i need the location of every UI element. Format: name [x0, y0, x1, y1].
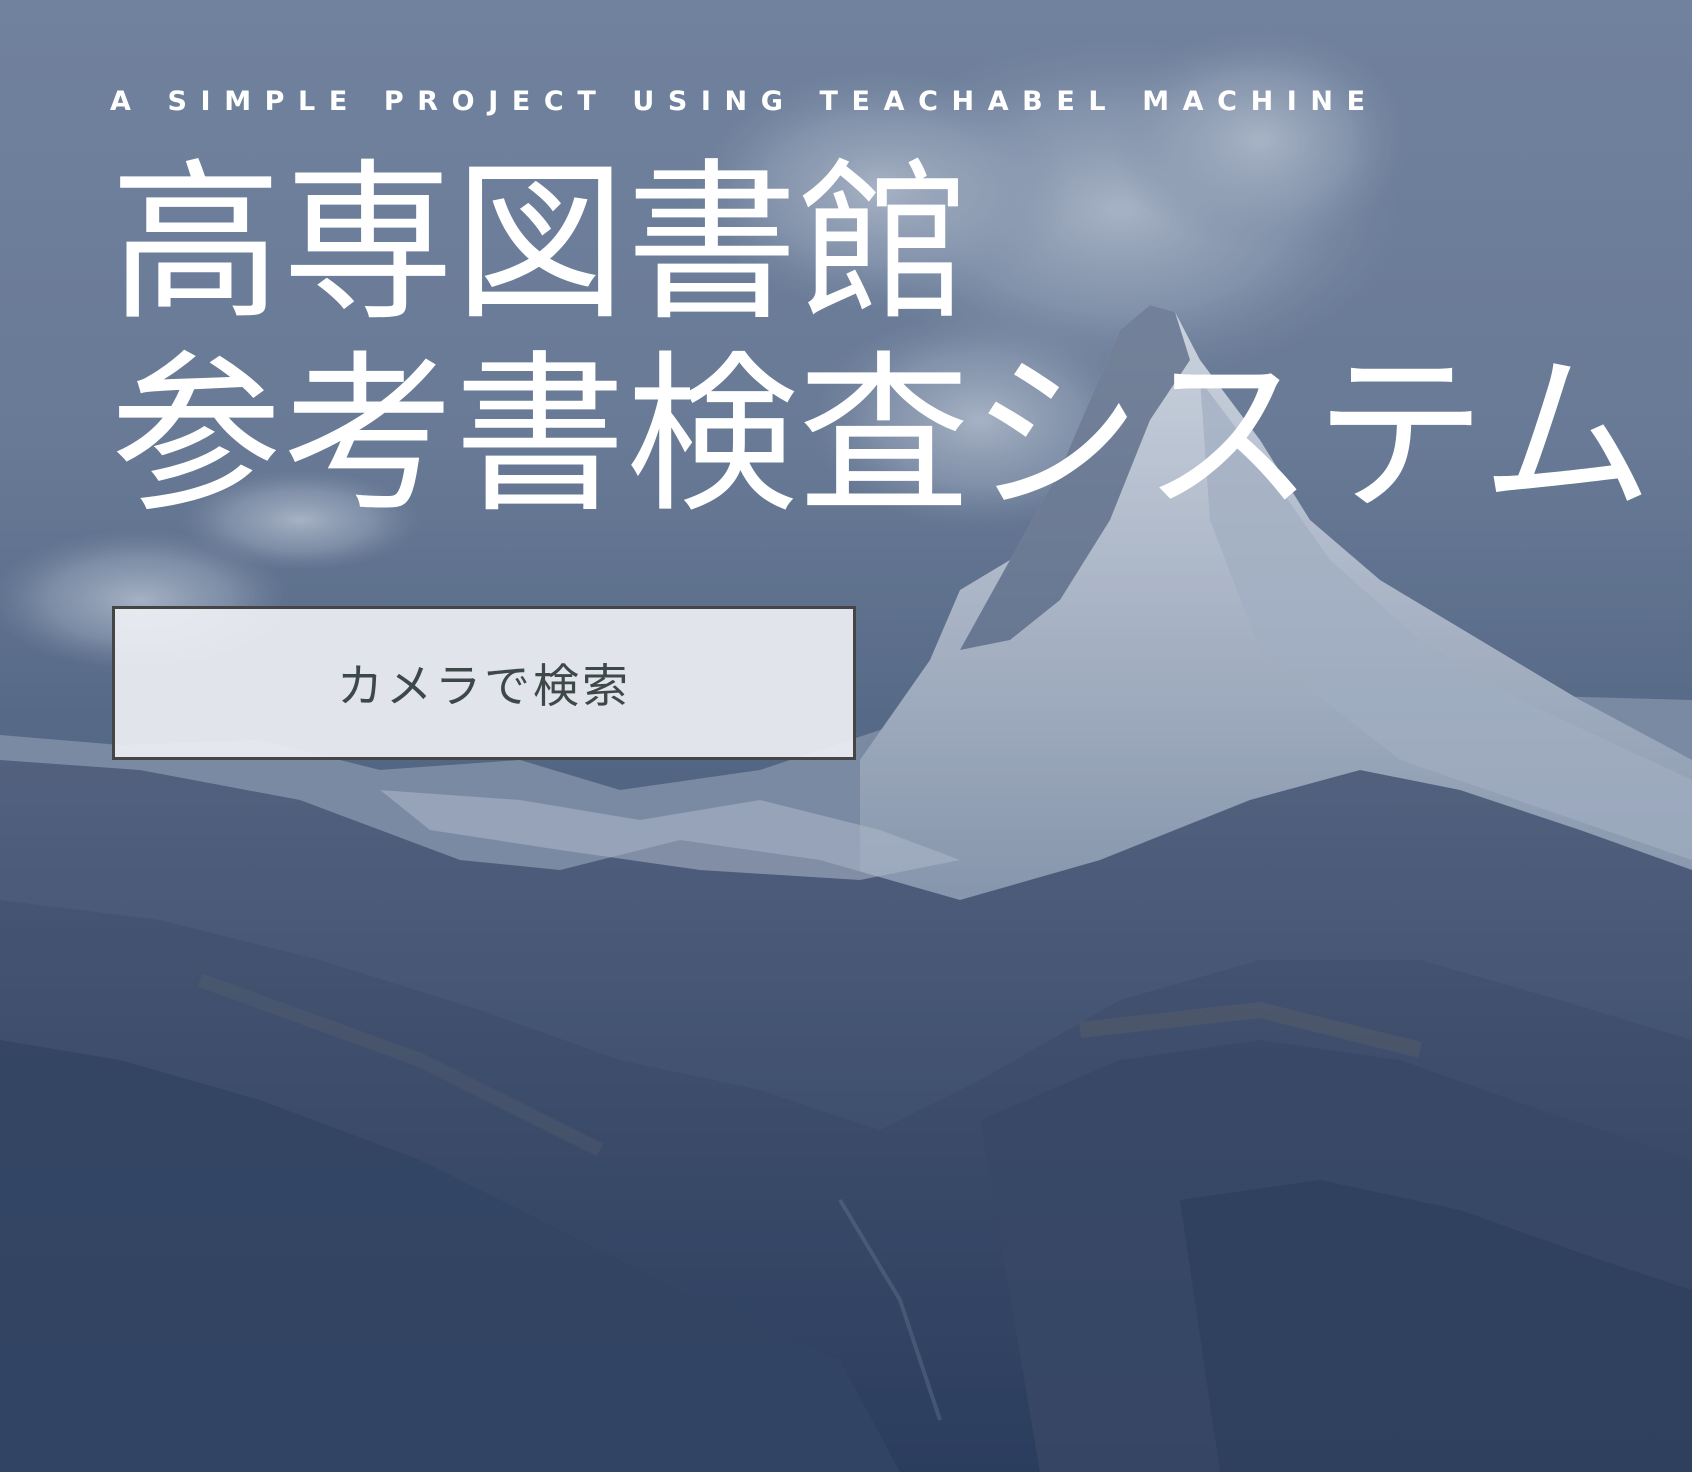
hero-subtitle: A SIMPLE PROJECT USING TEACHABEL MACHINE — [110, 86, 1379, 117]
hero-title-line-2: 参考書検査システム — [110, 335, 1653, 536]
camera-search-button[interactable]: カメラで検索 — [112, 606, 856, 760]
hero-title: 高専図書館 参考書検査システム — [110, 148, 1653, 532]
hero-title-line-1: 高専図書館 — [110, 143, 970, 344]
hero-section: A SIMPLE PROJECT USING TEACHABEL MACHINE… — [0, 0, 1692, 1472]
